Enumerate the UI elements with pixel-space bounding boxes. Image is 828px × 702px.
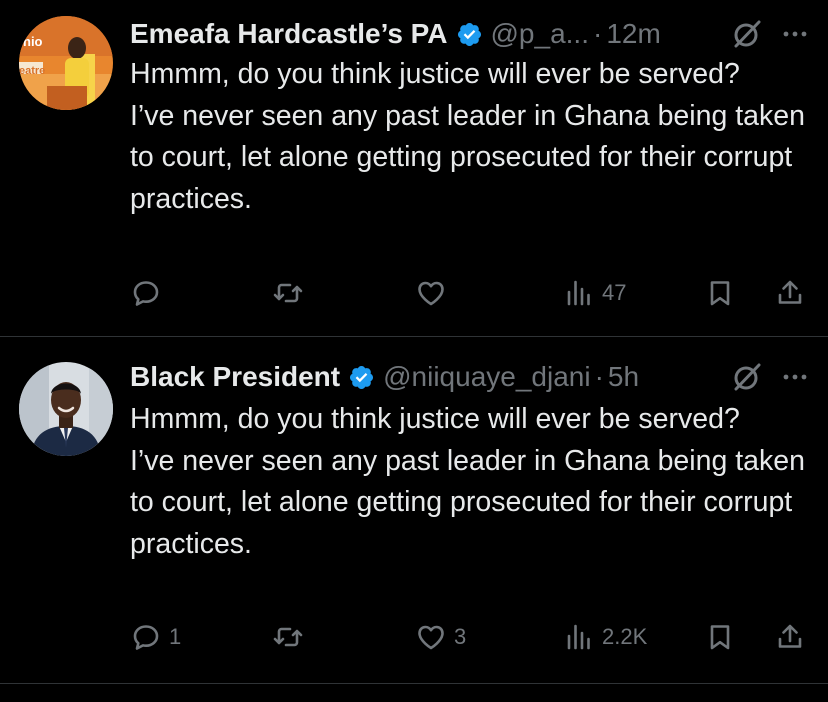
retweet-button[interactable] (273, 278, 311, 308)
avatar-text-top: nio (23, 34, 43, 49)
retweet-icon (273, 283, 303, 303)
share-button[interactable] (775, 622, 805, 652)
more-icon[interactable] (780, 362, 810, 392)
avatar[interactable]: nio eatre (19, 16, 113, 110)
share-icon (778, 624, 802, 648)
tweet-text: Hmmm, do you think justice will ever be … (130, 54, 810, 220)
reply-button[interactable]: 1 (131, 622, 181, 652)
grok-icon[interactable] (730, 360, 764, 394)
like-count: 3 (454, 624, 467, 649)
avatar-image: nio eatre (19, 16, 113, 110)
retweet-icon (273, 627, 303, 647)
handle[interactable]: @niiquaye_djani (383, 361, 590, 393)
timestamp[interactable]: 12m (606, 18, 660, 50)
like-button[interactable] (416, 278, 454, 308)
separator-dot: · (594, 361, 604, 392)
avatar[interactable] (19, 362, 113, 456)
like-icon (418, 281, 444, 306)
share-button[interactable] (775, 278, 805, 308)
reply-icon (133, 625, 159, 650)
handle[interactable]: @p_a... (491, 18, 589, 50)
tweet-text-line-2: I’ve never seen any past leader in Ghana… (130, 99, 805, 215)
bookmark-icon (710, 625, 730, 650)
reply-button[interactable] (131, 278, 169, 308)
bookmark-button[interactable] (705, 278, 735, 308)
verified-badge-icon[interactable] (348, 364, 375, 391)
views-icon (567, 280, 590, 306)
tweet-divider (0, 683, 828, 684)
avatar-image (19, 362, 113, 456)
avatar-text-bottom: eatre (19, 65, 45, 77)
display-name[interactable]: Emeafa Hardcastle’s PA (130, 18, 448, 50)
tweet-text-line-2: I’ve never seen any past leader in Ghana… (130, 444, 805, 560)
share-icon (778, 280, 802, 304)
tweet-text: Hmmm, do you think justice will ever be … (130, 399, 810, 565)
verified-badge-icon[interactable] (456, 21, 483, 48)
tweet-1[interactable]: nio eatre Emeafa Hardcastle’s PA @p_a...… (0, 0, 828, 336)
bookmark-icon (710, 281, 730, 306)
views-count: 47 (602, 280, 627, 305)
grok-icon[interactable] (730, 17, 764, 51)
retweet-button[interactable] (273, 622, 311, 652)
display-name[interactable]: Black President (130, 361, 340, 393)
like-button[interactable]: 3 (416, 622, 466, 652)
reply-icon (133, 281, 159, 306)
views-button[interactable]: 47 (564, 278, 626, 308)
bookmark-button[interactable] (705, 622, 735, 652)
header-actions (706, 17, 810, 51)
reply-count: 1 (169, 624, 182, 649)
like-icon (418, 625, 444, 650)
views-count: 2.2K (602, 624, 648, 649)
tweet-text-line-1: Hmmm, do you think justice will ever be … (130, 403, 740, 435)
views-button[interactable]: 2.2K (564, 622, 647, 652)
tweet-2[interactable]: Black President @niiquaye_djani · 5h Hmm… (0, 337, 828, 683)
tweet-header: Black President @niiquaye_djani · 5h (130, 357, 810, 397)
views-icon (567, 624, 590, 650)
header-actions (706, 360, 810, 394)
more-icon[interactable] (780, 19, 810, 49)
timestamp[interactable]: 5h (608, 361, 639, 393)
tweet-header: Emeafa Hardcastle’s PA @p_a... · 12m (130, 14, 810, 54)
separator-dot: · (592, 18, 603, 49)
tweet-text-line-1: Hmmm, do you think justice will ever be … (130, 58, 740, 90)
